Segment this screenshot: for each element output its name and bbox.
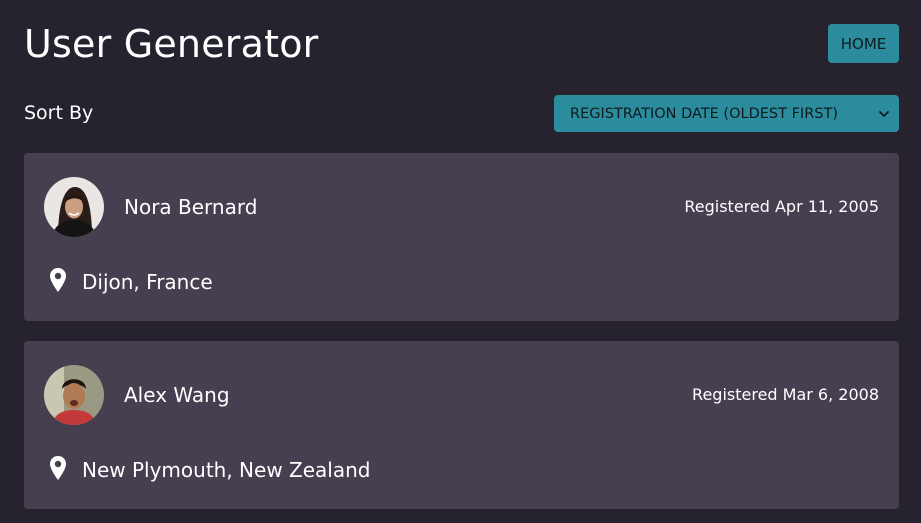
registered-date: Registered Apr 11, 2005 xyxy=(684,197,879,216)
avatar xyxy=(44,365,104,425)
chevron-down-icon xyxy=(879,111,889,117)
page-title: User Generator xyxy=(24,22,319,66)
home-button[interactable]: HOME xyxy=(828,24,899,63)
user-location: New Plymouth, New Zealand xyxy=(82,458,371,482)
map-pin-icon xyxy=(50,456,66,480)
user-location: Dijon, France xyxy=(82,270,213,294)
sort-by-label: Sort By xyxy=(24,102,94,124)
map-pin-icon xyxy=(50,268,66,292)
user-name: Nora Bernard xyxy=(124,195,258,219)
user-card: Alex Wang Registered Mar 6, 2008 New Ply… xyxy=(24,341,899,509)
sort-select[interactable]: REGISTRATION DATE (OLDEST FIRST) xyxy=(554,95,899,132)
registered-date: Registered Mar 6, 2008 xyxy=(692,385,879,404)
page: User Generator HOME Sort By REGISTRATION… xyxy=(0,0,921,523)
user-card: Nora Bernard Registered Apr 11, 2005 Dij… xyxy=(24,153,899,321)
sort-select-value: REGISTRATION DATE (OLDEST FIRST) xyxy=(570,105,838,122)
avatar xyxy=(44,177,104,237)
user-name: Alex Wang xyxy=(124,383,230,407)
